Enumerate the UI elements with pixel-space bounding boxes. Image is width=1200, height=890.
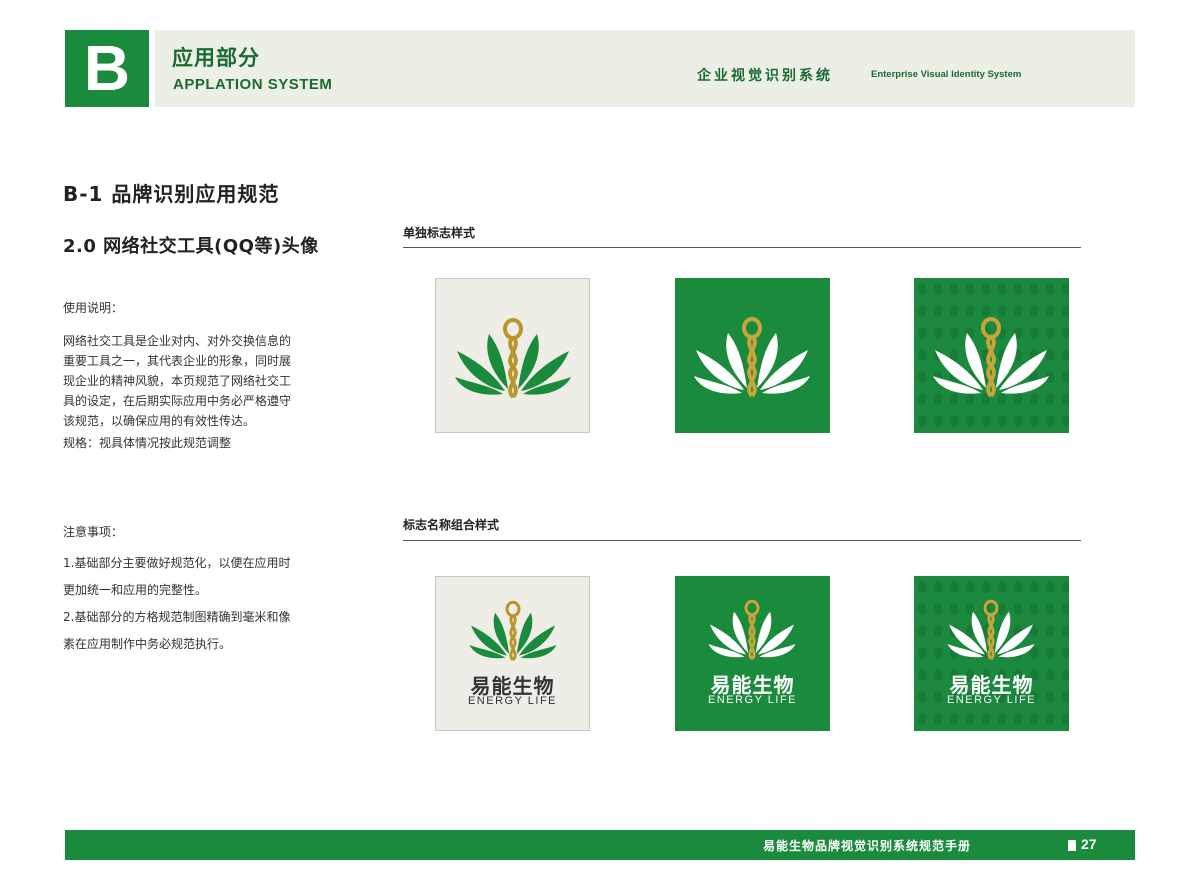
notes-label: 注意事项： [63, 525, 124, 539]
usage-label: 使用说明： [63, 301, 124, 315]
logo-only-title: 单独标志样式 [403, 226, 476, 240]
logo-name-tile-pattern: 易能生物 ENERGY LIFE [914, 576, 1069, 731]
page-marker-icon [1068, 840, 1076, 851]
usage-description: 网络社交工具是企业对内、对外交换信息的 重要工具之一，其代表企业的形象，同时展 … [63, 331, 348, 431]
brand-name-en: ENERGY LIFE [946, 694, 1037, 706]
note-line: 2.基础部分的方格规范制图精确到毫米和像 [63, 610, 291, 624]
logo-name-tile-light: 易能生物 ENERGY LIFE [435, 576, 590, 731]
system-title-cn: 企业视觉识别系统 [697, 68, 833, 84]
notes-list: 1.基础部分主要做好规范化，以便在应用时 更加统一和应用的完整性。 2.基础部分… [63, 550, 348, 658]
lotus-logo-icon [694, 317, 810, 398]
brand-name-en: ENERGY LIFE [707, 694, 798, 706]
section-title-en: APPLATION SYSTEM [173, 76, 333, 93]
usage-line: 该规范，以确保应用的有效性传达。 [63, 414, 256, 428]
footer-band [65, 830, 1135, 860]
note-line: 更加统一和应用的完整性。 [63, 583, 208, 597]
page-heading: B-1 品牌识别应用规范 [63, 182, 280, 206]
logo-only-rule [403, 247, 1081, 248]
logo-name-title: 标志名称组合样式 [403, 518, 500, 532]
logo-name-rule [403, 540, 1081, 541]
lotus-logo-icon [708, 599, 796, 661]
usage-line: 具的设定，在后期实际应用中务必严格遵守 [63, 394, 292, 408]
logo-tile-pattern [914, 278, 1069, 433]
usage-line: 重要工具之一，其代表企业的形象，同时展 [63, 354, 292, 368]
lotus-logo-icon [933, 317, 1049, 398]
system-title-en: Enterprise Visual Identity System [871, 69, 1022, 80]
lotus-logo-icon [469, 600, 557, 662]
lotus-logo-icon [947, 599, 1035, 661]
section-letter: B [65, 30, 149, 107]
brand-name-en: ENERGY LIFE [467, 695, 558, 707]
logo-tile-light [435, 278, 590, 433]
lotus-logo-icon [455, 318, 571, 399]
note-line: 1.基础部分主要做好规范化，以便在应用时 [63, 556, 291, 570]
note-line: 素在应用制作中务必规范执行。 [63, 637, 232, 651]
page-number: 27 [1081, 836, 1097, 852]
spec-text: 规格：视具体情况按此规范调整 [63, 436, 232, 450]
footer-manual-title: 易能生物品牌视觉识别系统规范手册 [763, 839, 972, 853]
logo-name-tile-green: 易能生物 ENERGY LIFE [675, 576, 830, 731]
section-title-cn: 应用部分 [172, 46, 260, 70]
usage-line: 现企业的精神风貌，本页规范了网络社交工 [63, 374, 292, 388]
logo-tile-green [675, 278, 830, 433]
sub-heading: 2.0 网络社交工具(QQ等)头像 [63, 236, 319, 257]
header-divider [149, 30, 155, 107]
usage-line: 网络社交工具是企业对内、对外交换信息的 [63, 334, 292, 348]
